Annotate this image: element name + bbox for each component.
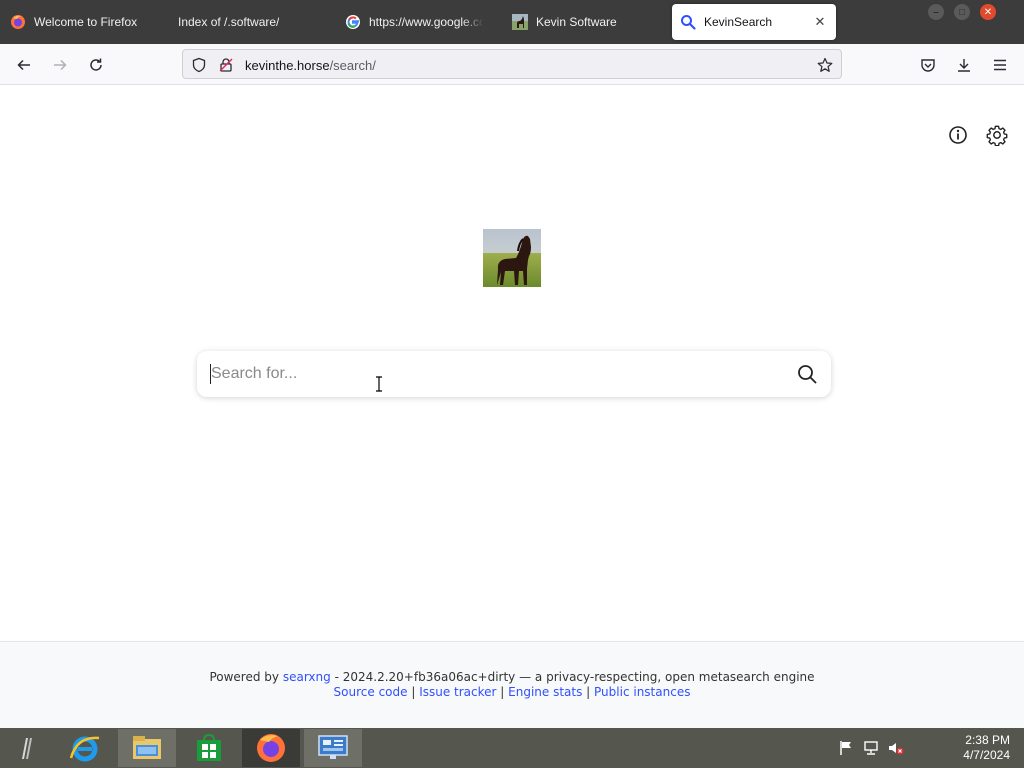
- taskbar-store[interactable]: [180, 729, 238, 767]
- tab-welcome-to-firefox[interactable]: Welcome to Firefox: [2, 4, 162, 40]
- text-cursor-icon: [376, 376, 382, 392]
- taskbar-file-explorer[interactable]: [118, 729, 176, 767]
- maximize-icon: □: [958, 6, 966, 18]
- footer-text: - 2024.2.20+fb36a06ac+dirty — a privacy-…: [330, 670, 815, 684]
- pocket-icon: [921, 59, 935, 72]
- search-icon: [798, 365, 817, 384]
- search-input[interactable]: [209, 359, 789, 389]
- searxng-link[interactable]: searxng: [283, 670, 331, 684]
- tab-kevin-software[interactable]: Kevin Software: [504, 4, 664, 40]
- app-menu-button[interactable]: [986, 52, 1014, 78]
- back-arrow-icon: [17, 59, 30, 71]
- search-page: Powered by searxng - 2024.2.20+fb36a06ac…: [0, 85, 1024, 728]
- footer-links: Source code | Issue tracker | Engine sta…: [0, 685, 1024, 699]
- internet-explorer-icon: [69, 736, 100, 762]
- tab-title: https://www.google.co: [369, 15, 484, 29]
- google-icon: [345, 14, 361, 30]
- browser-nav-bar: kevinthe.horse/search/: [0, 44, 1024, 85]
- taskbar: 2:38 PM 4/7/2024: [0, 728, 1024, 768]
- footer-separator: |: [407, 685, 420, 699]
- window-close-button[interactable]: ✕: [980, 4, 996, 20]
- url-bar[interactable]: kevinthe.horse/search/: [182, 49, 842, 79]
- settings-gear-icon[interactable]: [985, 123, 1009, 147]
- page-footer: Powered by searxng - 2024.2.20+fb36a06ac…: [0, 641, 1024, 728]
- bookmark-star-icon[interactable]: [816, 56, 834, 74]
- footer-separator: |: [582, 685, 595, 699]
- horse-favicon: [512, 14, 528, 30]
- clock-time: 2:38 PM: [965, 733, 1010, 747]
- reload-icon: [90, 58, 102, 71]
- taskbar-internet-explorer[interactable]: [56, 729, 114, 767]
- network-icon[interactable]: [863, 740, 879, 756]
- forward-arrow-icon: [54, 59, 67, 71]
- tab-title: KevinSearch: [704, 15, 773, 29]
- volume-muted-icon[interactable]: [888, 740, 904, 756]
- browser-tab-strip: Welcome to Firefox Index of /.software/ …: [0, 0, 1024, 44]
- start-icon: [22, 738, 32, 759]
- hamburger-menu-icon: [994, 59, 1006, 71]
- window-maximize-button[interactable]: □: [954, 4, 970, 20]
- tab-title: Welcome to Firefox: [34, 15, 138, 29]
- control-panel-icon: [318, 735, 348, 759]
- url-path: /search/: [329, 58, 376, 73]
- action-center-flag-icon[interactable]: [838, 740, 854, 756]
- search-submit-button[interactable]: [795, 362, 819, 386]
- engine-stats-link[interactable]: Engine stats: [508, 685, 582, 699]
- url-text[interactable]: kevinthe.horse/search/: [245, 58, 376, 73]
- issue-tracker-link[interactable]: Issue tracker: [419, 685, 496, 699]
- footer-powered-by: Powered by searxng - 2024.2.20+fb36a06ac…: [0, 670, 1024, 684]
- shield-icon[interactable]: [190, 56, 208, 74]
- pocket-button[interactable]: [914, 52, 942, 78]
- url-host: kevinthe.horse: [245, 58, 330, 73]
- search-favicon: [680, 14, 696, 30]
- firefox-icon: [10, 14, 26, 30]
- download-icon: [958, 59, 970, 72]
- taskbar-control-panel[interactable]: [304, 729, 362, 767]
- tab-title: Index of /.software/: [178, 15, 280, 29]
- start-button[interactable]: [0, 729, 54, 767]
- source-code-link[interactable]: Source code: [334, 685, 408, 699]
- store-icon: [197, 734, 221, 761]
- close-icon: ✕: [983, 6, 993, 18]
- forward-button[interactable]: [46, 52, 74, 78]
- reload-button[interactable]: [82, 52, 110, 78]
- text-caret: [210, 364, 211, 384]
- tab-close-icon[interactable]: ✕: [812, 14, 828, 30]
- taskbar-firefox[interactable]: [242, 729, 300, 767]
- file-explorer-icon: [133, 736, 161, 759]
- info-icon[interactable]: [946, 123, 970, 147]
- tab-title: Kevin Software: [536, 15, 617, 29]
- public-instances-link[interactable]: Public instances: [594, 685, 690, 699]
- footer-separator: |: [496, 685, 509, 699]
- window-minimize-button[interactable]: –: [928, 4, 944, 20]
- footer-text: Powered by: [209, 670, 283, 684]
- lock-icon[interactable]: [217, 56, 235, 74]
- tab-google[interactable]: https://www.google.co: [337, 4, 492, 40]
- downloads-button[interactable]: [950, 52, 978, 78]
- tab-kevinsearch[interactable]: KevinSearch ✕: [672, 4, 836, 40]
- horse-logo: [483, 229, 541, 287]
- minimize-icon: –: [933, 6, 939, 18]
- system-clock[interactable]: 2:38 PM 4/7/2024: [940, 733, 1010, 763]
- firefox-icon: [257, 734, 285, 762]
- tab-index-of-software[interactable]: Index of /.software/: [170, 4, 330, 40]
- search-box: [197, 351, 831, 397]
- clock-date: 4/7/2024: [963, 748, 1010, 762]
- back-button[interactable]: [10, 52, 38, 78]
